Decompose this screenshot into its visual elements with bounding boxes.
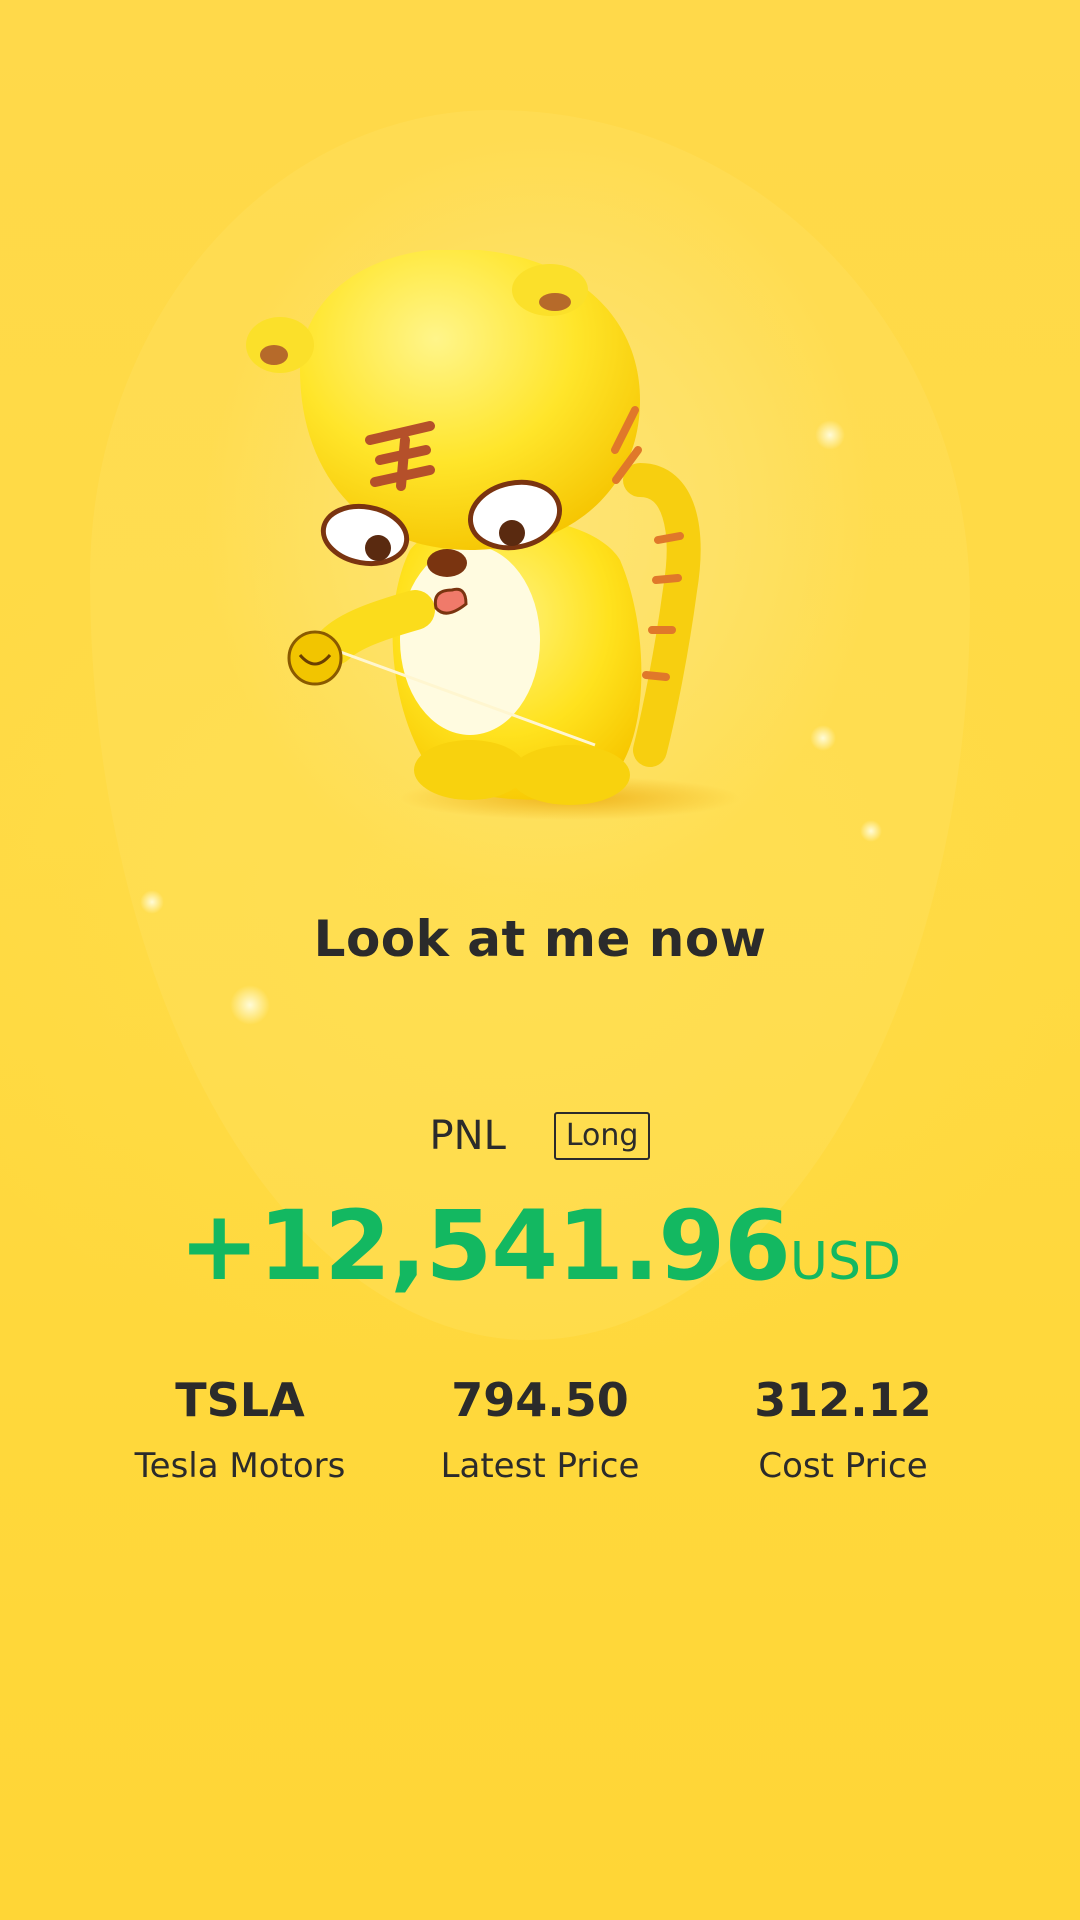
sparkle — [230, 985, 270, 1025]
latest-price-value: 794.50 — [451, 1373, 629, 1427]
pnl-value: +12,541.96USD — [0, 1190, 1080, 1302]
stat-latest-price: 794.50 Latest Price — [390, 1372, 690, 1486]
position-type-badge: Long — [553, 1112, 651, 1160]
stat-cost-price: 312.12 Cost Price — [693, 1372, 993, 1486]
headline: Look at me now — [313, 910, 767, 968]
latest-price-label: Latest Price — [440, 1446, 640, 1486]
sparkle — [810, 725, 836, 751]
company-name: Tesla Motors — [134, 1446, 346, 1486]
stat-ticker: TSLA Tesla Motors — [90, 1372, 390, 1486]
pnl-label: PNL — [429, 1113, 506, 1159]
tiger-mascot-icon — [246, 250, 740, 820]
cost-price-value: 312.12 — [754, 1373, 932, 1427]
pnl-currency: USD — [789, 1232, 902, 1292]
sparkle — [815, 420, 845, 450]
sparkle — [860, 820, 882, 842]
ticker-symbol: TSLA — [175, 1373, 305, 1427]
cost-price-label: Cost Price — [758, 1446, 928, 1486]
pnl-amount: +12,541.96 — [178, 1190, 791, 1302]
pnl-header: PNL Long — [0, 1112, 1080, 1160]
